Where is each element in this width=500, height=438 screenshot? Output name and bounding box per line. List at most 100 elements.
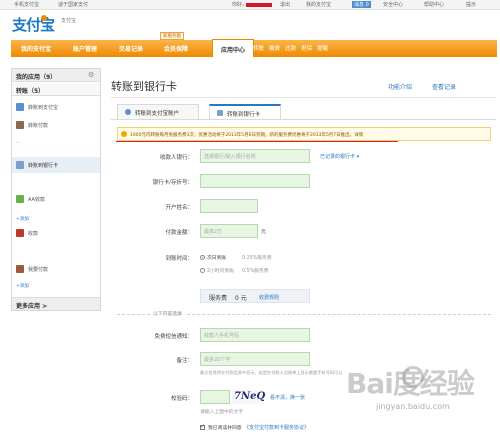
title-divider [111,97,496,98]
topbar-tips-link[interactable]: 提示 [466,1,476,8]
nav-app-center-label: 应用中心 [220,47,245,54]
sms-phone-input[interactable]: 收款人手机号码 [200,328,310,342]
arrival-next-day-label: 次日到账 [207,256,227,261]
nav-account-management[interactable]: 账户管理 [73,44,97,53]
remark-label: 备注： [176,358,193,364]
topbar-security-link[interactable]: 安全中心 [383,1,403,8]
promo-notice: 1000元内转账每月免服务费3次，优惠活动将于2013年5月6日到期。新的服务费… [117,127,491,141]
arrival-2hour-radio[interactable] [200,268,205,273]
watermark-brand: Bai度经验 [346,367,475,400]
page-title: 转账到银行卡 [111,80,177,93]
sidebar-item-transfer-to-alipay[interactable]: 转账到支付宝 [16,103,98,113]
sms-label: 免费短信通知： [154,334,193,340]
topbar-logout-link[interactable]: 退出 [280,1,290,8]
gear-icon[interactable]: ⚙ [88,71,94,79]
topbar-region-link[interactable]: 适于国家支付 [58,1,88,8]
sidebar-more-apps[interactable]: 更多应用 > [12,297,100,310]
baidu-jingyan-watermark: Bai度经验 jingyan.baidu.com [346,362,496,422]
sidebar-divider-text: — [16,141,21,146]
account-name-input[interactable] [200,199,258,213]
remark-note: 备注信息将在付款信息中显示，若是在付款人对账单上显示需要手机号码可以 [200,370,343,375]
sidebar-item-transfer-pay[interactable]: 转账付款 [16,121,98,131]
sidebar-item-label: 转账到支付宝 [28,105,59,111]
sidebar-my-apps-header: 我的应用（9） ⚙ [12,69,100,82]
topbar-my-alipay-link[interactable]: 我的支付宝 [306,1,331,8]
feature-intro-link[interactable]: 功能介绍 [388,82,412,91]
sidebar-item-label: AA收款 [28,197,45,203]
sidebar-item-label: 转账付款 [28,123,49,129]
tab-transfer-to-alipay[interactable]: 转账到支付宝账户 [117,104,199,119]
nav-member-protection[interactable]: 会员保障 [164,44,188,53]
captcha-hint: 请输入上图中的文字 [200,410,244,415]
nav-transaction-records[interactable]: 交易记录 [119,44,143,53]
receive-icon [16,229,24,237]
subnav-guarantee[interactable]: 担保 [301,44,312,52]
agreement-link[interactable]: 《支付宝付款到卡服务协议》 [244,424,309,431]
subnav-repay[interactable]: 还款 [285,44,296,52]
header-brand-link: 支付宝 [61,18,77,24]
captcha-label: 校验码： [170,396,193,402]
sidebar-add-link-2[interactable]: +添加 [16,283,29,289]
tabs-divider [111,119,496,120]
topbar-messages-badge[interactable]: 消息 0 [352,1,371,8]
card-icon [217,110,223,116]
app-sidebar: 我的应用（9） ⚙ 转账（5） 转账到支付宝 转账付款 — 转账到银行卡 AA收… [11,68,101,311]
notice-highlight-underline [116,141,398,142]
sidebar-item-pay[interactable]: 我要付款 [16,265,98,275]
nav-app-center-tab[interactable]: 应用中心 [212,39,254,57]
optional-section-hint: 以下内容选填 [150,310,185,317]
topbar-mobile-link[interactable]: 手机支付宝 [14,1,39,8]
topbar-help-link[interactable]: 帮助中心 [424,1,444,8]
sidebar-add-link-1[interactable]: +添加 [16,216,29,222]
aa-icon [16,195,24,203]
fee-rules-link[interactable]: 收费规则 [259,294,279,301]
saved-cards-dropdown[interactable]: 已记录的银行卡 ▾ [320,153,359,160]
subnav-reminder[interactable]: 提醒 [317,44,328,52]
tab-transfer-to-card[interactable]: 转账到银行卡 [209,104,281,119]
agree-text: 我已阅读并同意 [208,426,242,431]
redacted-username [246,3,272,7]
top-utility-bar: 手机支付宝 适于国家支付 你好， 退出 我的支付宝 消息 0 安全中心 帮助中心… [0,0,500,10]
page: 手机支付宝 适于国家支付 你好， 退出 我的支付宝 消息 0 安全中心 帮助中心… [0,0,500,438]
remark-placeholder: 最多20个字 [204,357,231,363]
sidebar-transfer-header[interactable]: 转账（5） [12,83,100,96]
view-records-link[interactable]: 查看记录 [432,82,456,91]
sidebar-item-aa[interactable]: AA收款 [16,195,98,205]
main-nav-bar: 我的支付宝 账户管理 交易记录 会员保障 应用中心 转账 缴费 还款 担保 提醒 [11,39,497,57]
sidebar-item-label: 转账到银行卡 [28,163,59,169]
agree-checkbox[interactable] [200,423,205,430]
remark-input[interactable]: 最多20个字 [200,352,310,366]
arrival-2hour-fee: 0.5%服务费 [242,269,269,274]
amount-unit: 元 [261,230,266,235]
sidebar-item-label: 收款 [28,231,39,237]
arrival-time-label: 到账时间： [165,256,193,262]
sms-placeholder: 收款人手机号码 [204,333,240,339]
topbar-greeting: 你好， [232,2,248,8]
sidebar-my-apps-title: 我的应用（9） [16,74,57,81]
captcha-input[interactable] [200,390,230,404]
card-number-input[interactable] [200,174,310,188]
alipay-logo[interactable]: 支付宝 [12,14,55,35]
captcha-refresh-link[interactable]: 看不清，换一张 [270,394,305,401]
amount-input[interactable]: 最高2万 [200,224,258,238]
transfer-icon [16,103,24,111]
nav-my-alipay[interactable]: 我的支付宝 [21,44,51,53]
recipient-bank-input[interactable]: 选择银行/输入银行名称 [200,149,310,163]
subnav-bill-pay[interactable]: 缴费 [269,44,280,52]
subnav-transfer[interactable]: 转账 [253,44,264,52]
new-service-badge: 新服务版 [160,32,184,40]
user-icon [125,109,131,115]
tab-label: 转账到支付宝账户 [135,111,180,117]
bank-card-icon [16,161,24,169]
captcha-text: 7NeQ [234,391,266,402]
sidebar-item-receive[interactable]: 收款 [16,229,98,239]
logo-accent-dot [41,15,47,21]
card-number-label: 银行卡/存折号： [152,180,193,186]
arrival-next-day-radio[interactable] [200,255,205,260]
watermark-url: jingyan.baidu.com [376,402,450,411]
tab-label: 转账到银行卡 [227,112,261,118]
recipient-bank-label: 收款人银行： [159,155,193,161]
warning-icon [121,131,127,137]
captcha-image[interactable]: 7NeQ [232,390,266,404]
sidebar-item-transfer-to-card[interactable]: 转账到银行卡 [12,157,100,173]
